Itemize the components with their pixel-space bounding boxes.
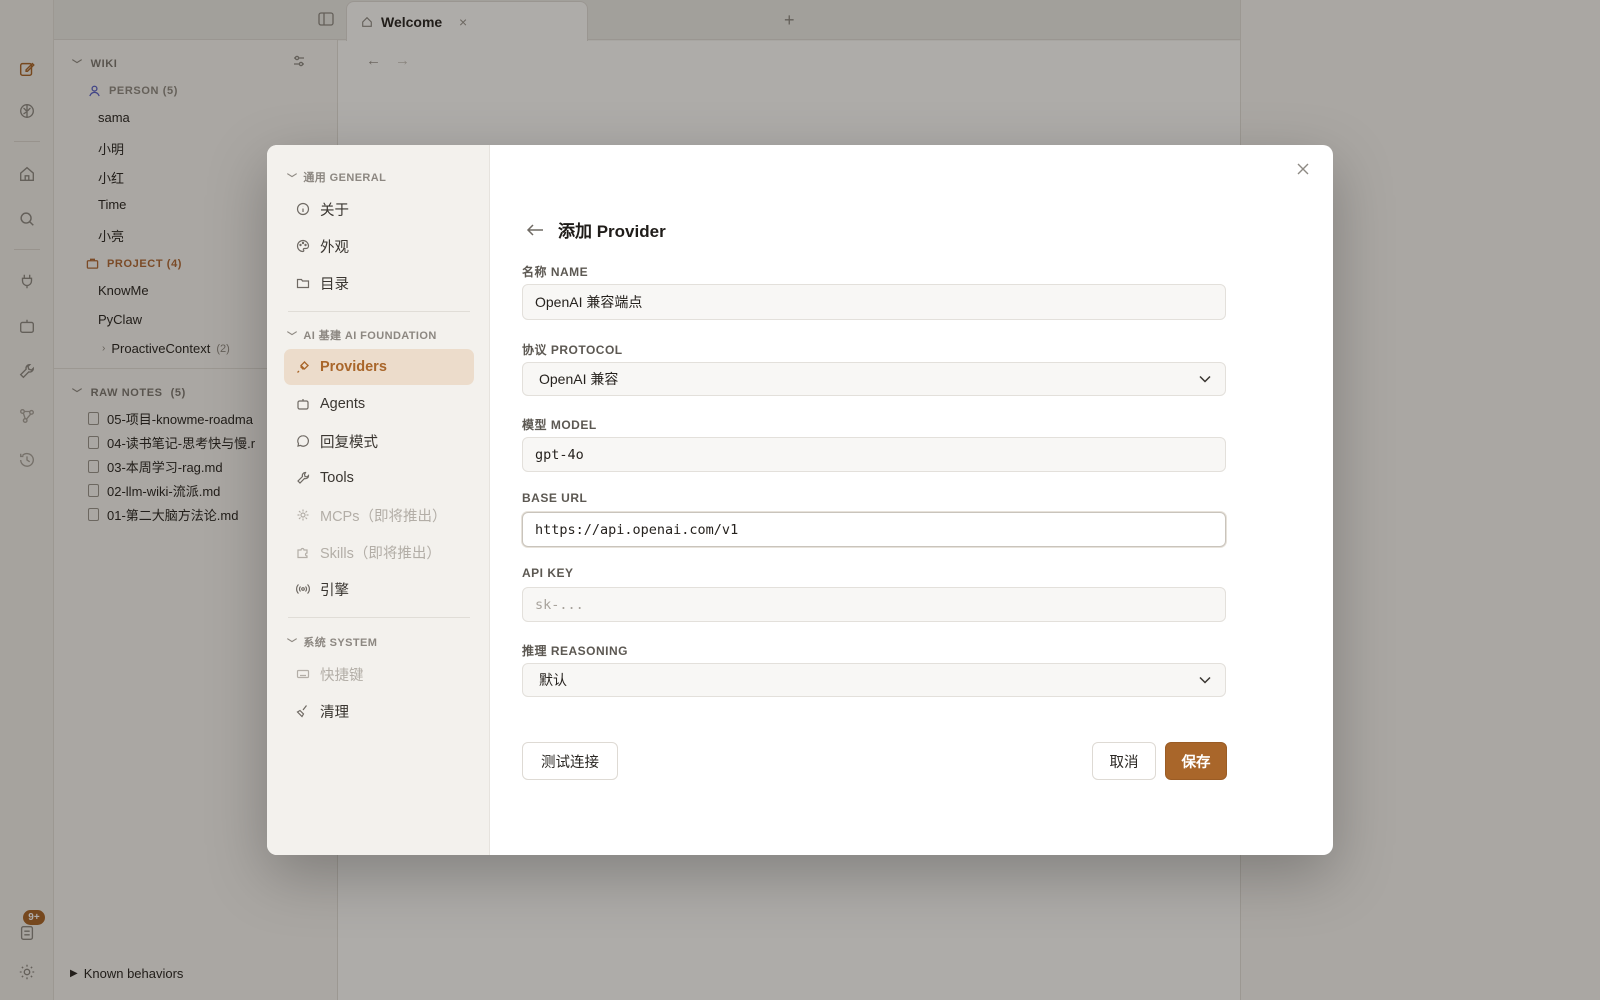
form-header: 添加 Provider — [526, 217, 666, 242]
nav-label: 引擎 — [320, 582, 349, 599]
nav-label: 外观 — [320, 239, 349, 256]
chevron-down-icon: ﹀ — [287, 638, 298, 650]
nav-shortcuts: 快捷键 — [284, 656, 474, 692]
nav-label: 目录 — [320, 276, 349, 293]
section-system[interactable]: ﹀ 系统 SYSTEM — [287, 634, 377, 650]
nav-skills: Skills（即将推出） — [284, 534, 474, 570]
nav-divider — [288, 311, 470, 312]
nav-about[interactable]: 关于 — [284, 191, 474, 227]
nav-agents[interactable]: Agents — [284, 386, 474, 422]
save-button[interactable]: 保存 — [1165, 742, 1227, 780]
nav-divider — [288, 617, 470, 618]
protocol-select[interactable]: OpenAI 兼容 — [522, 362, 1226, 396]
settings-nav: ﹀ 通用 GENERAL 关于 外观 目录 ﹀ AI 基建 AI FOUNDAT… — [267, 145, 490, 855]
nav-label: 清理 — [320, 704, 349, 721]
model-label: 模型 MODEL — [522, 418, 597, 432]
reasoning-select[interactable]: 默认 — [522, 663, 1226, 697]
base-url-field[interactable] — [522, 512, 1226, 547]
close-icon[interactable] — [1293, 159, 1313, 179]
nav-label: 回复模式 — [320, 434, 378, 451]
nav-reply-mode[interactable]: 回复模式 — [284, 423, 474, 459]
protocol-value: OpenAI 兼容 — [539, 371, 619, 387]
chevron-down-icon: ﹀ — [287, 173, 298, 185]
section-label: 系统 SYSTEM — [303, 637, 378, 649]
nav-cleanup[interactable]: 清理 — [284, 693, 474, 729]
chat-bubble-icon — [297, 435, 309, 447]
folder-icon — [296, 278, 310, 289]
section-label: 通用 GENERAL — [303, 172, 387, 184]
nav-appearance[interactable]: 外观 — [284, 228, 474, 264]
wrench-icon — [297, 471, 310, 484]
puzzle-icon — [297, 547, 308, 559]
section-general[interactable]: ﹀ 通用 GENERAL — [287, 169, 386, 185]
broadcast-icon — [296, 584, 310, 594]
page-title: 添加 Provider — [558, 222, 666, 241]
info-icon — [296, 202, 310, 216]
nav-label: Skills（即将推出） — [320, 545, 441, 562]
section-ai-foundation[interactable]: ﹀ AI 基建 AI FOUNDATION — [287, 327, 437, 343]
nav-tools[interactable]: Tools — [284, 460, 474, 496]
model-field[interactable] — [522, 437, 1226, 472]
nav-label: Providers — [320, 359, 387, 375]
palette-icon — [296, 239, 310, 253]
nav-label: 快捷键 — [320, 667, 364, 684]
nav-engine[interactable]: 引擎 — [284, 571, 474, 607]
nav-directory[interactable]: 目录 — [284, 265, 474, 301]
nav-label: Agents — [320, 396, 366, 412]
api-key-label: API KEY — [522, 566, 574, 580]
nav-label: Tools — [320, 470, 354, 486]
back-arrow-icon[interactable] — [526, 223, 544, 237]
keyboard-icon — [296, 669, 310, 679]
nav-providers[interactable]: Providers — [284, 349, 474, 385]
broom-icon — [296, 705, 307, 718]
provider-form-panel: 添加 Provider 名称 NAME 协议 PROTOCOL OpenAI 兼… — [490, 145, 1333, 855]
reasoning-label: 推理 REASONING — [522, 644, 629, 658]
section-label: AI 基建 AI FOUNDATION — [303, 330, 437, 342]
chevron-down-icon — [1199, 375, 1211, 383]
nav-label: MCPs（即将推出） — [320, 508, 447, 525]
name-field[interactable] — [522, 284, 1226, 320]
name-label: 名称 NAME — [522, 265, 589, 279]
nav-label: 关于 — [320, 202, 349, 219]
mcp-icon — [297, 509, 309, 521]
bot-icon — [297, 399, 309, 410]
chevron-down-icon: ﹀ — [287, 331, 298, 343]
reasoning-value: 默认 — [539, 672, 567, 688]
nav-mcps: MCPs（即将推出） — [284, 497, 474, 533]
protocol-label: 协议 PROTOCOL — [522, 343, 623, 357]
cancel-button[interactable]: 取消 — [1092, 742, 1156, 780]
test-connection-button[interactable]: 测试连接 — [522, 742, 618, 780]
plug-icon — [297, 361, 309, 373]
api-key-field[interactable] — [522, 587, 1226, 622]
chevron-down-icon — [1199, 676, 1211, 684]
base-url-label: BASE URL — [522, 491, 588, 505]
settings-dialog: ﹀ 通用 GENERAL 关于 外观 目录 ﹀ AI 基建 AI FOUNDAT… — [267, 145, 1333, 855]
